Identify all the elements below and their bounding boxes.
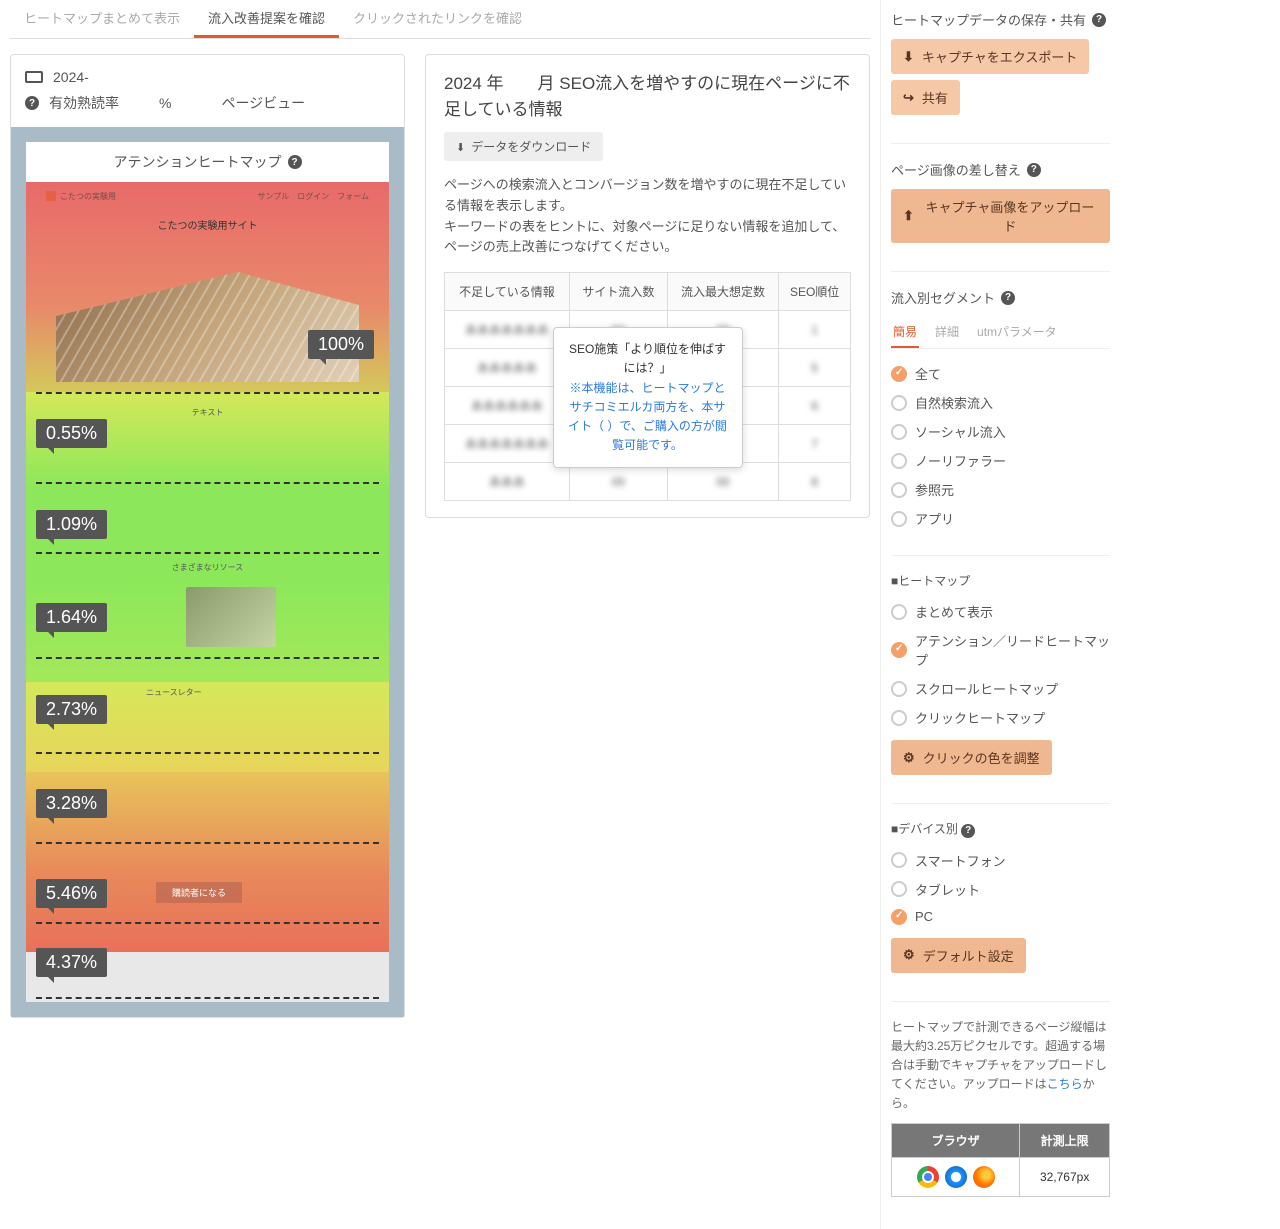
- tab-clicked-links[interactable]: クリックされたリンクを確認: [339, 0, 536, 38]
- heatmap-section-title: ■ヒートマップ: [891, 572, 1110, 589]
- th-site-inflow: サイト流入数: [569, 273, 667, 311]
- help-icon[interactable]: ?: [1027, 163, 1041, 177]
- export-capture-button[interactable]: キャプチャをエクスポート: [891, 39, 1089, 74]
- download-icon: [903, 49, 914, 65]
- mini-resources-heading: さまざまなリソース: [26, 562, 389, 573]
- heatmap-badge: 2.73%: [36, 695, 107, 724]
- heatmap-title: アテンションヒートマップ: [114, 152, 282, 172]
- segment-tab-detail[interactable]: 詳細: [933, 317, 961, 348]
- measurement-note: ヒートマップで計測できるページ縦幅は最大約3.25万ピクセルです。超過する場合は…: [891, 1018, 1110, 1114]
- device-icon: [25, 71, 43, 83]
- info-panel: 2024 年 月 SEO流入を増やすのに現在ページに不足している情報 データをダ…: [425, 54, 870, 518]
- replace-image-title: ページ画像の差し替え: [891, 160, 1021, 179]
- share-button[interactable]: 共有: [891, 80, 960, 115]
- help-icon[interactable]: ?: [25, 96, 39, 110]
- gear-icon: [903, 947, 915, 963]
- read-rate-label: 有効熟読率: [49, 93, 119, 113]
- save-share-title: ヒートマップデータの保存・共有: [891, 10, 1086, 29]
- info-desc-1: ページへの検索流入とコンバージョン数を増やすのに現在不足している情報を表示します…: [444, 175, 851, 217]
- device-section-title: ■デバイス別: [891, 822, 958, 836]
- segment-tab-simple[interactable]: 簡易: [891, 317, 919, 348]
- mini-subscribe-btn: 購読者になる: [156, 882, 242, 903]
- heatmap-badge: 4.37%: [36, 948, 107, 977]
- th-seo-rank: SEO順位: [779, 273, 851, 311]
- share-icon: [903, 90, 914, 106]
- heatmap-badge: 1.64%: [36, 603, 107, 632]
- browser-limit-table: ブラウザ 計測上限 32,767px: [891, 1123, 1110, 1197]
- attention-heatmap: こたつの実験用サンプル ログイン フォーム こたつの実験用サイト テキスト さま…: [26, 182, 389, 1002]
- upload-icon: [903, 208, 914, 224]
- mini-newsletter-heading: ニュースレター: [146, 687, 202, 698]
- th-browser: ブラウザ: [892, 1124, 1020, 1158]
- device-pc[interactable]: PC: [891, 904, 1110, 930]
- period-label: 2024-: [53, 69, 89, 85]
- help-icon[interactable]: ?: [1001, 291, 1015, 305]
- th-missing-info: 不足している情報: [445, 273, 570, 311]
- hm-scroll[interactable]: スクロールヒートマップ: [891, 674, 1110, 703]
- help-icon[interactable]: ?: [288, 155, 302, 169]
- firefox-icon: [973, 1166, 995, 1188]
- info-desc-2: キーワードの表をヒントに、対象ページに足りない情報を追加して、ページの売上改善に…: [444, 217, 851, 259]
- segment-referral[interactable]: 参照元: [891, 475, 1110, 504]
- read-rate-unit: %: [159, 95, 171, 111]
- download-icon: [456, 140, 465, 154]
- heatmap-badge: 5.46%: [36, 879, 107, 908]
- default-settings-button[interactable]: デフォルト設定: [891, 938, 1026, 973]
- th-limit: 計測上限: [1020, 1124, 1110, 1158]
- upload-here-link[interactable]: こちら: [1047, 1077, 1083, 1091]
- hm-click[interactable]: クリックヒートマップ: [891, 703, 1110, 732]
- popover-title: SEO施策「より順位を伸ばすには？」: [566, 340, 730, 378]
- tab-inflow-proposals[interactable]: 流入改善提案を確認: [194, 0, 339, 38]
- mini-text-heading: テキスト: [26, 407, 389, 418]
- th-max-inflow: 流入最大想定数: [667, 273, 779, 311]
- segment-social[interactable]: ソーシャル流入: [891, 417, 1110, 446]
- table-row: あああ00008: [445, 463, 851, 501]
- device-smartphone[interactable]: スマートフォン: [891, 846, 1110, 875]
- popover-link[interactable]: ）で、ご購入の方が閲覧可能です。: [607, 419, 727, 452]
- heatmap-badge: 3.28%: [36, 789, 107, 818]
- tab-heatmap-all[interactable]: ヒートマップまとめて表示: [10, 0, 194, 38]
- heatmap-badge: 0.55%: [36, 419, 107, 448]
- segment-app[interactable]: アプリ: [891, 504, 1110, 533]
- mini-site-title: こたつの実験用サイト: [26, 217, 389, 232]
- heatmap-badge: 100%: [308, 330, 374, 359]
- info-title: 2024 年 月 SEO流入を増やすのに現在ページに不足している情報: [444, 71, 851, 122]
- help-icon[interactable]: ?: [961, 824, 975, 838]
- pageview-label: ページビュー: [221, 93, 305, 113]
- table-row: 32,767px: [892, 1158, 1110, 1197]
- segment-noreferrer[interactable]: ノーリファラー: [891, 446, 1110, 475]
- limit-value: 32,767px: [1020, 1158, 1110, 1197]
- hm-all[interactable]: まとめて表示: [891, 597, 1110, 626]
- main-tabs: ヒートマップまとめて表示 流入改善提案を確認 クリックされたリンクを確認: [10, 0, 870, 39]
- device-tablet[interactable]: タブレット: [891, 875, 1110, 904]
- seo-popover: SEO施策「より順位を伸ばすには？」 ※本機能は、ヒートマップとサチコミエルカ両…: [553, 327, 743, 468]
- segment-tab-utm[interactable]: utmパラメータ: [975, 317, 1059, 348]
- segment-organic[interactable]: 自然検索流入: [891, 388, 1110, 417]
- segment-all[interactable]: 全て: [891, 359, 1110, 388]
- adjust-click-color-button[interactable]: クリックの色を調整: [891, 740, 1052, 775]
- hm-attention[interactable]: アテンション／リードヒートマップ: [891, 626, 1110, 674]
- chrome-icon: [917, 1166, 939, 1188]
- download-data-button[interactable]: データをダウンロード: [444, 132, 603, 161]
- heatmap-badge: 1.09%: [36, 510, 107, 539]
- heatmap-panel: 2024- ? 有効熟読率 % ページビュー アテンションヒートマップ ?: [10, 54, 405, 1018]
- segment-title: 流入別セグメント: [891, 288, 995, 307]
- upload-capture-button[interactable]: キャプチャ画像をアップロード: [891, 189, 1110, 243]
- help-icon[interactable]: ?: [1092, 13, 1106, 27]
- safari-icon: [945, 1166, 967, 1188]
- gear-icon: [903, 750, 915, 766]
